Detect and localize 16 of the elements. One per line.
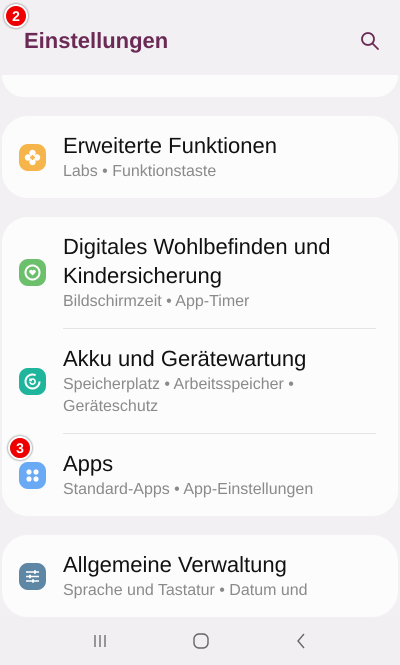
- step-marker: 2: [4, 4, 28, 28]
- setting-summary: Standard-Apps • App-Einstellungen: [63, 480, 314, 500]
- home-icon[interactable]: [192, 632, 210, 650]
- setting-title[interactable]: Akku und Gerätewartung: [63, 344, 378, 373]
- search-icon[interactable]: [360, 30, 380, 50]
- setting-title[interactable]: Allgemeine Verwaltung: [63, 550, 308, 579]
- setting-summary: Sprache und Tastatur • Datum und: [63, 581, 308, 601]
- setting-title[interactable]: Digitales Wohlbefinden und Kindersicherung: [63, 232, 378, 290]
- setting-title[interactable]: Erweiterte Funktionen: [63, 131, 277, 160]
- setting-title[interactable]: Apps: [63, 449, 314, 478]
- setting-summary: Speicherplatz • Arbeitsspeicher • Geräteschutz: [63, 375, 295, 417]
- setting-summary: Bildschirmzeit • App-Timer: [63, 292, 250, 312]
- step-marker: 3: [8, 436, 32, 460]
- page-title: Einstellungen: [24, 28, 168, 54]
- recent-apps-icon[interactable]: [92, 633, 108, 649]
- setting-summary: Labs • Funktionstaste: [63, 162, 218, 182]
